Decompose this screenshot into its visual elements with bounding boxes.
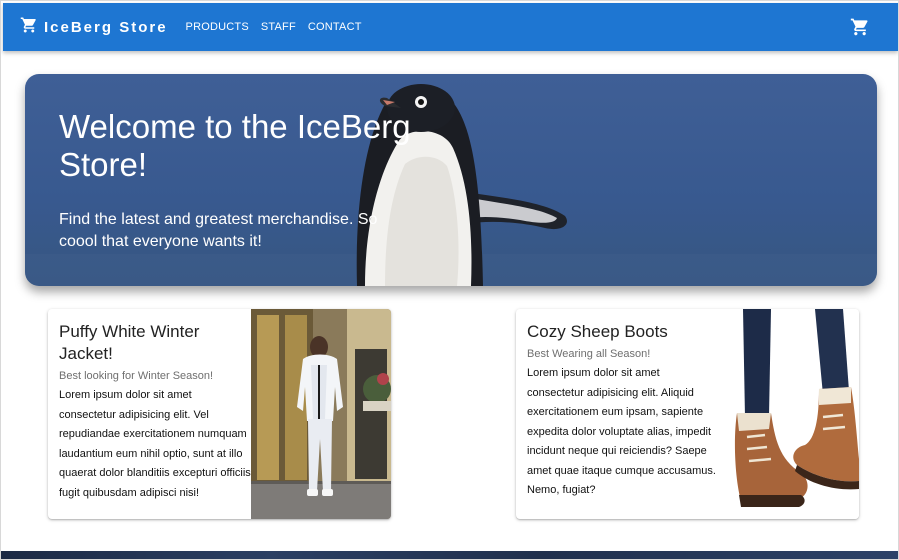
app-bar: IceBerg Store PRODUCTS STAFF CONTACT bbox=[3, 3, 898, 51]
card-title: Cozy Sheep Boots bbox=[527, 322, 668, 341]
nav-contact[interactable]: CONTACT bbox=[308, 21, 362, 33]
hero-subtitle: Find the latest and greatest merchandise… bbox=[59, 211, 378, 250]
card-description: Lorem ipsum dolor sit amet consectetur a… bbox=[59, 389, 251, 499]
nav-staff[interactable]: STAFF bbox=[261, 21, 296, 33]
cart-icon bbox=[850, 18, 870, 41]
brand[interactable]: IceBerg Store bbox=[20, 16, 168, 39]
hero-title: Welcome to the IceBerg Store! bbox=[59, 108, 411, 183]
cart-icon bbox=[20, 16, 38, 39]
card-subtitle: Best Wearing all Season! bbox=[527, 348, 651, 360]
brand-name: IceBerg Store bbox=[44, 18, 168, 36]
footer-banner-edge bbox=[1, 551, 898, 559]
card-description: Lorem ipsum dolor sit amet consectetur a… bbox=[527, 367, 716, 496]
jacket-image bbox=[251, 309, 391, 519]
main-nav: PRODUCTS STAFF CONTACT bbox=[186, 21, 374, 33]
card-content: Cozy Sheep Boots Best Wearing all Season… bbox=[527, 321, 719, 501]
product-card-jacket[interactable]: Puffy White Winter Jacket! Best looking … bbox=[48, 309, 391, 519]
card-content: Puffy White Winter Jacket! Best looking … bbox=[59, 321, 251, 503]
cart-button[interactable] bbox=[850, 17, 870, 37]
hero-banner: Welcome to the IceBerg Store! Find the l… bbox=[25, 74, 877, 286]
card-subtitle: Best looking for Winter Season! bbox=[59, 370, 214, 382]
product-card-boots[interactable]: Cozy Sheep Boots Best Wearing all Season… bbox=[516, 309, 859, 519]
card-title: Puffy White Winter Jacket! bbox=[59, 322, 200, 363]
nav-products[interactable]: PRODUCTS bbox=[186, 21, 249, 33]
page-frame: IceBerg Store PRODUCTS STAFF CONTACT Wel… bbox=[0, 0, 899, 560]
boots-image bbox=[719, 309, 859, 519]
